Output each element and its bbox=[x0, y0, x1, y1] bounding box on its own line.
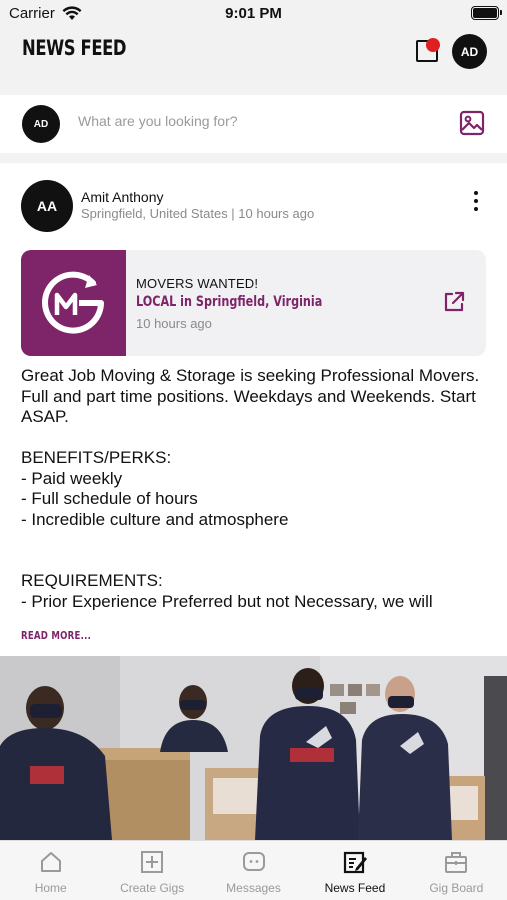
search-bar: AD bbox=[0, 95, 507, 153]
clock: 9:01 PM bbox=[225, 5, 282, 22]
profile-avatar[interactable]: AD bbox=[452, 34, 487, 69]
gig-location: LOCAL in Springfield, Virginia bbox=[136, 294, 323, 310]
tab-gig-board-label: Gig Board bbox=[429, 881, 484, 895]
gig-link-card[interactable]: MOVERS WANTED! LOCAL in Springfield, Vir… bbox=[21, 250, 486, 356]
search-input[interactable] bbox=[78, 113, 418, 129]
company-logo-mark bbox=[42, 271, 104, 334]
more-options-icon[interactable] bbox=[468, 189, 484, 213]
author-avatar[interactable]: AA bbox=[21, 180, 73, 232]
tab-gig-board[interactable]: Gig Board bbox=[406, 841, 507, 900]
gig-time: 10 hours ago bbox=[136, 316, 212, 331]
home-icon bbox=[40, 852, 61, 872]
company-logo bbox=[21, 250, 126, 356]
post-photo[interactable] bbox=[0, 656, 507, 840]
battery-icon bbox=[471, 6, 502, 20]
tab-create-gigs[interactable]: Create Gigs bbox=[101, 841, 202, 900]
tab-home-label: Home bbox=[34, 881, 67, 895]
briefcase-icon bbox=[445, 852, 468, 873]
header: NEWS FEED AD bbox=[0, 28, 507, 90]
image-upload-icon[interactable] bbox=[459, 110, 485, 136]
tab-create-gigs-label: Create Gigs bbox=[120, 881, 185, 895]
post-body: Great Job Moving & Storage is seeking Pr… bbox=[21, 366, 480, 610]
plus-square-icon bbox=[141, 851, 164, 873]
tab-news-feed-label: News Feed bbox=[324, 881, 386, 895]
tab-home[interactable]: Home bbox=[0, 841, 101, 900]
notification-badge bbox=[426, 38, 440, 52]
read-more-link[interactable]: READ MORE... bbox=[21, 629, 91, 642]
tab-news-feed[interactable]: News Feed bbox=[304, 841, 405, 900]
search-avatar[interactable]: AD bbox=[22, 105, 60, 143]
external-link-icon[interactable] bbox=[442, 290, 466, 314]
page-title: NEWS FEED bbox=[22, 36, 127, 60]
tab-messages[interactable]: Messages bbox=[203, 841, 304, 900]
author-meta: Springfield, United States | 10 hours ag… bbox=[81, 206, 315, 221]
author-name[interactable]: Amit Anthony bbox=[81, 189, 164, 205]
chat-icon bbox=[242, 852, 265, 871]
tab-bar: Home Create Gigs Messages News Feed Gig … bbox=[0, 840, 507, 900]
edit-note-icon bbox=[343, 851, 367, 874]
gig-title: MOVERS WANTED! bbox=[136, 276, 259, 291]
post-card: AA Amit Anthony Springfield, United Stat… bbox=[0, 163, 507, 840]
status-bar: Carrier 9:01 PM bbox=[0, 0, 507, 28]
tab-messages-label: Messages bbox=[226, 881, 281, 895]
